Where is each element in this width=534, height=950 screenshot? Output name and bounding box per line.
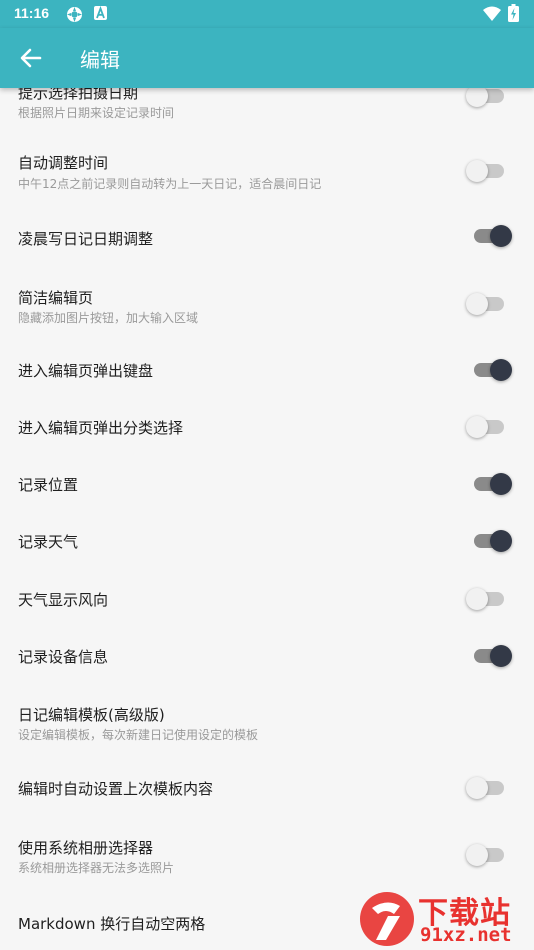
setting-title: 记录设备信息 xyxy=(18,648,109,666)
setting-row-popup-category[interactable]: 进入编辑页弹出分类选择 xyxy=(0,402,534,458)
setting-title: 日记编辑模板(高级版) xyxy=(18,706,165,724)
setting-title: 记录天气 xyxy=(18,533,79,551)
setting-row-prompt-photo-date[interactable]: 提示选择拍摄日期 根据照片日期来设定记录时间 xyxy=(0,88,534,130)
toggle-switch-off[interactable] xyxy=(466,841,516,869)
setting-subtitle: 系统相册选择器无法多选照片 xyxy=(18,861,175,875)
notification-a-icon xyxy=(94,6,107,20)
toggle-switch-off[interactable] xyxy=(466,157,516,185)
setting-title: 天气显示风向 xyxy=(18,591,109,609)
watermark-bottom-text: 91xz.net xyxy=(420,924,512,946)
watermark-logo-icon xyxy=(360,892,414,946)
setting-row-last-template[interactable]: 编辑时自动设置上次模板内容 xyxy=(0,756,534,820)
setting-title: 进入编辑页弹出键盘 xyxy=(18,362,154,380)
toggle-switch-on[interactable] xyxy=(466,527,516,555)
setting-row-device-info[interactable]: 记录设备信息 xyxy=(0,629,534,686)
sync-status-icon xyxy=(67,7,82,22)
setting-title: 编辑时自动设置上次模板内容 xyxy=(18,780,214,798)
setting-subtitle: 设定编辑模板，每次新建日记使用设定的模板 xyxy=(18,728,259,742)
battery-charging-icon xyxy=(508,4,519,22)
setting-row-system-album-picker[interactable]: 使用系统相册选择器 系统相册选择器无法多选照片 xyxy=(0,820,534,890)
toggle-switch-on[interactable] xyxy=(466,470,516,498)
setting-title: 自动调整时间 xyxy=(18,154,109,172)
toggle-switch-off[interactable] xyxy=(466,585,516,613)
setting-title: 记录位置 xyxy=(18,476,79,494)
setting-row-record-weather[interactable]: 记录天气 xyxy=(0,514,534,572)
setting-title: 凌晨写日记日期调整 xyxy=(18,230,154,248)
toggle-switch-off[interactable] xyxy=(466,413,516,441)
toggle-switch-on[interactable] xyxy=(466,642,516,670)
back-arrow-icon[interactable] xyxy=(18,45,44,71)
setting-row-simple-edit-page[interactable]: 简洁编辑页 隐藏添加图片按钮，加大输入区域 xyxy=(0,270,534,338)
setting-row-auto-adjust-time[interactable]: 自动调整时间 中午12点之前记录则自动转为上一天日记，适合晨间日记 xyxy=(0,130,534,206)
toggle-switch-on[interactable] xyxy=(466,222,516,250)
setting-title: 进入编辑页弹出分类选择 xyxy=(18,419,184,437)
setting-title: Markdown 换行自动空两格 xyxy=(18,915,206,933)
setting-row-early-morning-date[interactable]: 凌晨写日记日期调整 xyxy=(0,206,534,270)
toggle-switch-on[interactable] xyxy=(466,356,516,384)
site-watermark: 下载站 91xz.net xyxy=(358,888,534,950)
status-time: 11:16 xyxy=(14,5,50,21)
page-title: 编辑 xyxy=(80,48,120,72)
setting-title: 提示选择拍摄日期 xyxy=(18,88,139,102)
setting-row-record-location[interactable]: 记录位置 xyxy=(0,458,534,514)
setting-row-edit-template[interactable]: 日记编辑模板(高级版) 设定编辑模板，每次新建日记使用设定的模板 xyxy=(0,686,534,756)
setting-title: 使用系统相册选择器 xyxy=(18,839,154,857)
app-bar: 编辑 xyxy=(0,28,534,88)
setting-subtitle: 中午12点之前记录则自动转为上一天日记，适合晨间日记 xyxy=(18,177,322,191)
setting-subtitle: 根据照片日期来设定记录时间 xyxy=(18,106,175,120)
toggle-switch-off[interactable] xyxy=(466,774,516,802)
setting-subtitle: 隐藏添加图片按钮，加大输入区域 xyxy=(18,311,199,325)
toggle-switch-off[interactable] xyxy=(466,290,516,318)
status-bar: 11:16 xyxy=(0,0,534,28)
setting-row-wind-direction[interactable]: 天气显示风向 xyxy=(0,572,534,629)
setting-row-popup-keyboard[interactable]: 进入编辑页弹出键盘 xyxy=(0,338,534,402)
setting-title: 简洁编辑页 xyxy=(18,289,94,307)
wifi-icon xyxy=(483,6,501,21)
toggle-switch-off[interactable] xyxy=(466,88,516,110)
settings-list[interactable]: 提示选择拍摄日期 根据照片日期来设定记录时间 自动调整时间 中午12点之前记录则… xyxy=(0,88,534,950)
